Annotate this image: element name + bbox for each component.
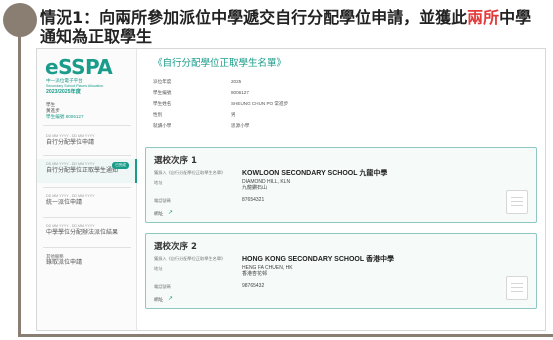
divider [43, 155, 131, 156]
school-choice-card-2: 選校次序 2 獲錄入《自行分配學位正取學生名單》 HONG KONG SECON… [145, 233, 537, 309]
slide-title: 情況1：向兩所參加派位中學遞交自行分配學位申請，並獲此兩所中學通知為正取學生 [40, 8, 532, 46]
school-name: HONG KONG SECONDARY SCHOOL 香港中學 [242, 256, 394, 263]
phone-value: 87654321 [242, 197, 265, 203]
website-link[interactable]: 網址 [154, 211, 163, 217]
phone-value: 98765432 [242, 283, 265, 289]
divider [43, 187, 131, 188]
user-info: 學生 黃進步 學生編號 8006127 [46, 102, 84, 120]
slide-frame-vertical [18, 36, 21, 336]
nav-label: 錄取派位申請 [46, 260, 83, 266]
website-link[interactable]: 網址 [154, 297, 163, 303]
status-badge: 已完成 [112, 162, 129, 169]
nav-label: 統一派位申請 [46, 200, 83, 206]
sidebar-item-admission-notice[interactable]: DD MM YYYY - DD MM YYYY 自行分配學位正取學生通知 已完成 [37, 159, 137, 183]
slide-bullet [3, 3, 37, 37]
nav-label: 中學學位分配辦法派位結果 [46, 230, 119, 236]
choice-title: 選校次序 1 [154, 156, 197, 166]
logo: eSSPA [45, 55, 113, 79]
divider [43, 125, 131, 126]
divider [43, 247, 131, 248]
school-choice-card-1: 選校次序 1 獲錄入《自行分配學位正取學生名單》 KOWLOON SECONDA… [145, 147, 537, 223]
phone-label: 電話號碼 [154, 284, 171, 289]
title-highlight: 兩所 [467, 8, 500, 27]
sidebar: eSSPA 中一派位電子平台 Secondary School Places A… [37, 49, 137, 330]
sidebar-item-central-allocation[interactable]: DD MM YYYY - DD MM YYYY 統一派位申請 [37, 191, 137, 211]
school-label: 獲錄入《自行分配學位正取學生名單》 [154, 256, 226, 261]
address-label: 地址 [154, 180, 163, 185]
nav-label: 自行分配學位申請 [46, 140, 95, 146]
divider [43, 217, 131, 218]
choice-title: 選校次序 2 [154, 242, 197, 252]
external-link-icon[interactable]: ↗ [168, 209, 173, 216]
sidebar-item-other-services[interactable]: 其他服務 錄取派位申請 [37, 251, 137, 271]
school-year: 2023/2025年度 [46, 89, 81, 95]
phone-label: 電話號碼 [154, 198, 171, 203]
school-name: KOWLOON SECONDARY SCHOOL 九龍中學 [242, 170, 388, 177]
address-label: 地址 [154, 266, 163, 271]
app-window: eSSPA 中一派位電子平台 Secondary School Places A… [36, 48, 546, 331]
sidebar-item-allocation-result[interactable]: DD MM YYYY - DD MM YYYY 中學學位分配辦法派位結果 [37, 221, 137, 241]
student-id-link[interactable]: 學生編號 8006127 [46, 114, 84, 120]
school-label: 獲錄入《自行分配學位正取學生名單》 [154, 170, 226, 175]
slide-frame-horizontal [18, 334, 553, 337]
page-title: 《自行分配學位正取學生名單》 [153, 58, 287, 69]
sidebar-item-self-allocation-apply[interactable]: DD MM YYYY - DD MM YYYY 自行分配學位申請 [37, 131, 137, 151]
external-link-icon[interactable]: ↗ [168, 295, 173, 302]
document-icon [506, 190, 528, 214]
main-content: 《自行分配學位正取學生名單》 派位年度 2025 學生編號 8006127 學生姓名… [145, 49, 545, 330]
address-zh: 香港杏花邨 [242, 271, 268, 277]
document-icon [506, 276, 528, 300]
address-zh: 九龍鑽石山 [242, 185, 268, 191]
